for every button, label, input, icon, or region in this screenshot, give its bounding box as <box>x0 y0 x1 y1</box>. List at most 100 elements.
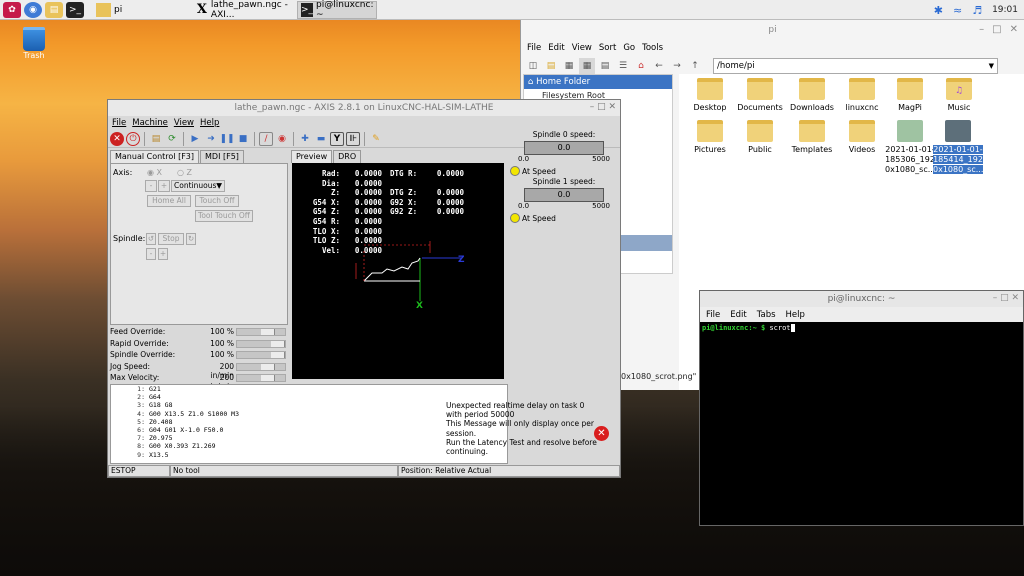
jog-minus-button[interactable]: - <box>145 180 157 192</box>
menu-file[interactable]: File <box>112 118 126 128</box>
task-file-manager[interactable]: pi <box>92 1 192 19</box>
list-view-icon[interactable]: ☰ <box>615 58 631 74</box>
view-y2-icon[interactable]: ⊪ <box>346 131 360 146</box>
override-slider[interactable] <box>236 351 286 359</box>
maximize-icon[interactable]: □ <box>992 24 1001 35</box>
slider-knob[interactable] <box>261 375 275 381</box>
path-input[interactable]: /home/pi ▼ <box>713 58 998 74</box>
file-item[interactable]: 2021-01-01- 185306_192 0x1080_sc... <box>885 120 935 175</box>
web-browser-icon[interactable]: ◉ <box>24 1 42 18</box>
menu-edit[interactable]: Edit <box>548 43 564 53</box>
menu-tools[interactable]: Tools <box>642 43 663 53</box>
close-icon[interactable]: ✕ <box>1010 24 1018 35</box>
file-item[interactable]: Templates <box>787 120 837 155</box>
slider-knob[interactable] <box>261 363 275 370</box>
block-delete-icon[interactable]: / <box>259 131 273 146</box>
axis-z-radio[interactable]: ○ Z <box>177 168 192 177</box>
menu-sort[interactable]: Sort <box>599 43 616 53</box>
slider-knob[interactable] <box>261 329 275 335</box>
override-slider[interactable] <box>236 374 286 382</box>
file-item-selected[interactable]: 2021-01-01- 185414_192 0x1080_sc... <box>933 120 984 175</box>
tab-preview[interactable]: Preview <box>291 150 333 163</box>
spindle-plus-button[interactable]: + <box>158 248 168 260</box>
slider-knob[interactable] <box>271 340 285 347</box>
clear-plot-icon[interactable]: ✎ <box>369 132 383 146</box>
terminal-titlebar[interactable]: pi@linuxcnc: ~ – □ ✕ <box>700 291 1023 307</box>
file-item[interactable]: MagPi <box>885 78 935 113</box>
stop-icon[interactable]: ■ <box>236 132 250 146</box>
power-icon[interactable]: ⏻ <box>126 131 140 146</box>
task-axis[interactable]: X lathe_pawn.ngc - AXI... <box>192 0 297 20</box>
terminal-output[interactable]: pi@linuxcnc:~ $ scrot <box>700 322 1023 334</box>
thumbnail-view-icon[interactable]: ▦ <box>579 58 595 74</box>
tab-mdi[interactable]: MDI [F5] <box>200 150 244 163</box>
compact-view-icon[interactable]: ▤ <box>597 58 613 74</box>
home-icon[interactable]: ⌂ <box>633 58 649 74</box>
reload-icon[interactable]: ⟳ <box>165 132 179 146</box>
menu-help[interactable]: Help <box>786 310 805 320</box>
home-all-button[interactable]: Home All <box>147 195 191 207</box>
open-file-icon[interactable]: ▤ <box>149 132 163 146</box>
tool-touch-off-button[interactable]: Tool Touch Off <box>195 210 253 222</box>
menu-go[interactable]: Go <box>623 43 635 53</box>
override-slider[interactable] <box>236 339 286 348</box>
jog-plus-button[interactable]: + <box>158 180 170 192</box>
window-controls[interactable]: – □ ✕ <box>590 102 616 112</box>
file-item[interactable]: Pictures <box>685 120 735 155</box>
new-folder-icon[interactable]: ▤ <box>543 58 559 74</box>
spindle-minus-button[interactable]: - <box>146 248 156 260</box>
wifi-icon[interactable]: ≈ <box>953 4 962 17</box>
gcode-line[interactable]: 1: G21 <box>133 385 507 393</box>
minimize-icon[interactable]: – <box>979 24 984 35</box>
dismiss-message-icon[interactable]: ✕ <box>594 426 609 441</box>
menu-file[interactable]: File <box>527 43 541 53</box>
file-item[interactable]: ♫ Music <box>934 78 984 113</box>
menu-file[interactable]: File <box>706 310 720 320</box>
menu-view[interactable]: View <box>572 43 592 53</box>
spindle-cw-icon[interactable]: ↻ <box>186 233 196 245</box>
file-item[interactable]: Public <box>735 120 785 155</box>
jog-mode-select[interactable]: Continuous ▼ <box>171 180 225 192</box>
menu-edit[interactable]: Edit <box>730 310 746 320</box>
file-item[interactable]: Documents <box>735 78 785 113</box>
volume-icon[interactable]: ♬ <box>972 4 982 17</box>
back-icon[interactable]: ← <box>651 58 667 74</box>
menu-machine[interactable]: Machine <box>132 118 168 128</box>
tab-dro[interactable]: DRO <box>333 150 362 163</box>
raspberry-menu-icon[interactable]: ✿ <box>3 1 21 18</box>
desktop-trash[interactable]: Trash <box>20 27 48 60</box>
menu-tabs[interactable]: Tabs <box>757 310 776 320</box>
override-slider[interactable] <box>236 362 286 371</box>
axis-titlebar[interactable]: lathe_pawn.ngc - AXIS 2.8.1 on LinuxCNC-… <box>108 100 620 116</box>
step-icon[interactable]: ➜ <box>204 132 218 146</box>
axis-x-radio[interactable]: ◉ X <box>147 168 162 177</box>
up-icon[interactable]: ↑ <box>687 58 703 74</box>
menu-help[interactable]: Help <box>200 118 219 128</box>
forward-icon[interactable]: → <box>669 58 685 74</box>
view-y-icon[interactable]: Y <box>330 131 344 146</box>
toolpath-preview[interactable]: Rad: 0.0000 DTG R: 0.0000 Dia: 0.0000 Z: 0.0000… <box>292 163 504 379</box>
task-terminal[interactable]: >_ pi@linuxcnc: ~ <box>297 0 377 20</box>
override-slider[interactable] <box>236 328 286 336</box>
clock[interactable]: 19:01 <box>992 5 1018 15</box>
touch-off-button[interactable]: Touch Off <box>195 195 239 207</box>
chevron-down-icon[interactable]: ▼ <box>989 59 994 73</box>
spindle-ccw-icon[interactable]: ↺ <box>146 233 156 245</box>
file-item[interactable]: Desktop <box>685 78 735 113</box>
file-item[interactable]: Videos <box>837 120 887 155</box>
tab-manual-control[interactable]: Manual Control [F3] <box>110 150 200 163</box>
window-controls[interactable]: – □ ✕ <box>993 293 1019 303</box>
file-manager-launcher-icon[interactable]: ▤ <box>45 1 63 18</box>
new-window-icon[interactable]: ◫ <box>525 58 541 74</box>
run-icon[interactable]: ▶ <box>188 132 202 146</box>
file-manager-titlebar[interactable]: pi – □ ✕ <box>521 20 1024 40</box>
optional-stop-icon[interactable]: ◉ <box>275 132 289 146</box>
terminal-launcher-icon[interactable]: >_ <box>66 1 84 18</box>
menu-view[interactable]: View <box>174 118 194 128</box>
zoom-in-icon[interactable]: ✚ <box>298 132 312 146</box>
spindle-stop-button[interactable]: Stop <box>158 233 184 245</box>
pause-icon[interactable]: ❚❚ <box>219 132 234 146</box>
icon-view-icon[interactable]: ▦ <box>561 58 577 74</box>
bluetooth-icon[interactable]: ✱ <box>934 4 943 17</box>
zoom-out-icon[interactable]: ▬ <box>314 132 328 146</box>
